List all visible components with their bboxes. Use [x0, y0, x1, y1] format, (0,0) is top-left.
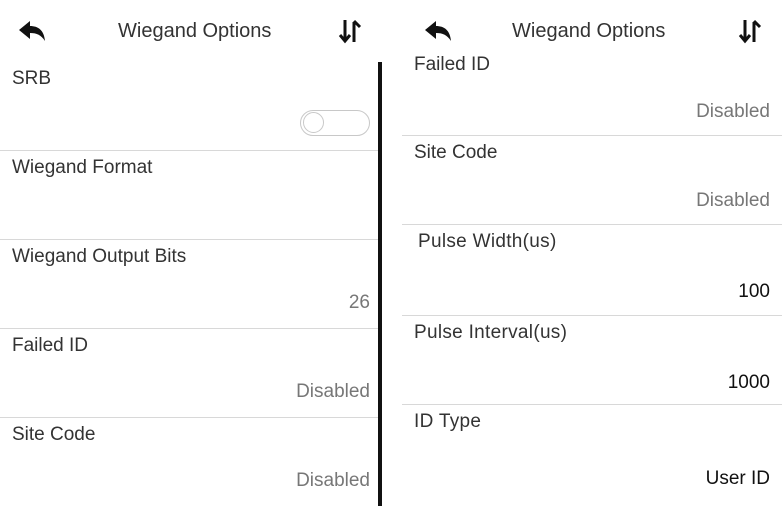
row-label: Pulse Width(us) — [418, 231, 557, 252]
row-label: Wiegand Output Bits — [12, 246, 187, 267]
list-item-failed-id[interactable]: Failed ID Disabled — [0, 329, 382, 418]
row-label: Failed ID — [414, 54, 491, 75]
list-item-failed-id[interactable]: Failed ID Disabled — [402, 50, 782, 136]
row-value: Disabled — [296, 470, 370, 491]
options-list: Failed ID Disabled Site Code Disabled Pu… — [402, 54, 782, 506]
list-item-pulse-interval[interactable]: Pulse Interval(us) 1000 — [402, 316, 782, 405]
list-item-id-type[interactable]: ID Type User ID — [402, 405, 782, 506]
row-label: ID Type — [414, 411, 482, 432]
sort-arrows-icon[interactable] — [338, 18, 362, 44]
options-list: SRB Wiegand Format Wiegand Output Bits 2… — [0, 62, 382, 506]
list-item-wiegand-output-bits[interactable]: Wiegand Output Bits 26 — [0, 240, 382, 329]
list-item-site-code[interactable]: Site Code Disabled — [0, 418, 382, 506]
row-value: 26 — [348, 292, 370, 313]
page-title: Wiegand Options — [118, 20, 272, 42]
scrollbar[interactable] — [378, 62, 382, 506]
row-value: 1000 — [727, 372, 770, 393]
row-label: Site Code — [414, 142, 498, 163]
list-item-pulse-width[interactable]: Pulse Width(us) 100 — [402, 225, 782, 316]
list-item-wiegand-format[interactable]: Wiegand Format — [0, 151, 382, 240]
back-arrow-icon[interactable] — [424, 20, 452, 42]
list-item-site-code[interactable]: Site Code Disabled — [402, 136, 782, 225]
page-title: Wiegand Options — [512, 20, 666, 42]
sort-arrows-icon[interactable] — [738, 18, 762, 44]
row-label: SRB — [12, 68, 52, 89]
row-label: Site Code — [12, 424, 96, 445]
row-label: Failed ID — [12, 335, 89, 356]
row-value: Disabled — [296, 381, 370, 402]
list-item-srb[interactable]: SRB — [0, 62, 382, 151]
back-arrow-icon[interactable] — [18, 20, 46, 42]
wiegand-options-panel-right: Wiegand Options Failed ID Disabled Site … — [402, 0, 782, 506]
header-bar: Wiegand Options — [0, 0, 382, 62]
row-value: 100 — [738, 281, 770, 302]
srb-toggle[interactable] — [300, 110, 370, 136]
toggle-knob — [303, 112, 324, 133]
row-value: User ID — [705, 468, 770, 489]
row-value: Disabled — [696, 101, 770, 122]
row-value: Disabled — [696, 190, 770, 211]
wiegand-options-panel-left: Wiegand Options SRB Wiegand Format Wiega… — [0, 0, 382, 506]
row-label: Wiegand Format — [12, 157, 153, 178]
row-label: Pulse Interval(us) — [414, 322, 568, 343]
